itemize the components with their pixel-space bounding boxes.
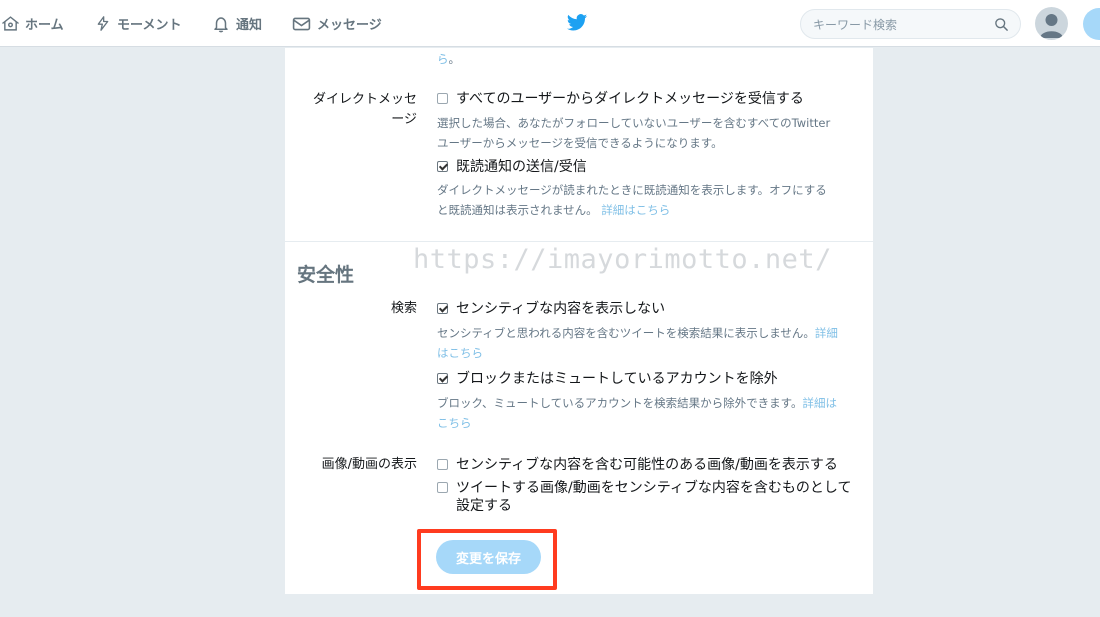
read-receipts-learn-more-link[interactable]: 詳細はこちら <box>601 203 670 217</box>
direct-messages-label-line1: ダイレクトメッセ <box>312 92 417 107</box>
highlight-annotation-box <box>417 529 557 590</box>
exclude-blocked-description: ブロック、ミュートしているアカウントを検索結果から除外できます。詳細は こちら <box>437 393 861 433</box>
show-sensitive-media-checkbox[interactable] <box>437 459 448 470</box>
read-receipts-description: ダイレクトメッセージが読まれたときに既読通知を表示します。オフにする と既読通知… <box>437 180 861 220</box>
hide-sensitive-description: センシティブと思われる内容を含むツイートを検索結果に表示しません。詳細 はこちら <box>437 323 861 363</box>
read-receipts-description-line1: ダイレクトメッセージが読まれたときに既読通知を表示します。オフにする <box>437 183 827 197</box>
nav-messages[interactable]: メッセージ <box>292 0 382 47</box>
bird-icon <box>566 14 588 31</box>
bell-icon <box>214 16 228 32</box>
direct-messages-label: ダイレクトメッセ ージ <box>295 90 417 130</box>
top-navigation-bar: ホーム モーメント 通知 メッセージ <box>0 0 1100 47</box>
nav-home-label: ホーム <box>25 18 64 33</box>
receive-all-dm-label: すべてのユーザーからダイレクトメッセージを受信する <box>456 91 804 107</box>
read-receipts-label: 既読通知の送信/受信 <box>456 159 587 175</box>
mark-media-sensitive-label-line1: ツイートする画像/動画をセンシティブな内容を含むものとして <box>456 480 852 496</box>
exclude-blocked-learn-more-link[interactable]: 詳細は <box>802 396 837 410</box>
read-receipts-option[interactable]: 既読通知の送信/受信 <box>437 158 587 176</box>
settings-panel: ら。 ダイレクトメッセ ージ すべてのユーザーからダイレクトメッセージを受信する… <box>285 48 873 594</box>
show-sensitive-media-label: センシティブな内容を含む可能性のある画像/動画を表示する <box>456 457 838 473</box>
nav-home[interactable]: ホーム <box>2 0 64 47</box>
receive-all-dm-description: 選択した場合、あなたがフォローしていないユーザーを含むすべてのTwitter ユ… <box>437 113 861 153</box>
exclude-blocked-learn-more-link-cont[interactable]: こちら <box>437 413 861 433</box>
envelope-icon <box>292 17 311 30</box>
exclude-blocked-description-line1-row: ブロック、ミュートしているアカウントを検索結果から除外できます。詳細は <box>437 393 861 413</box>
twitter-bird-logo[interactable] <box>566 13 588 37</box>
search-settings-label: 検索 <box>390 301 417 316</box>
exclude-blocked-checkbox[interactable] <box>437 373 448 384</box>
receive-all-dm-checkbox[interactable] <box>437 93 448 104</box>
lightning-icon <box>97 16 109 31</box>
receive-all-dm-description-line2: ユーザーからメッセージを受信できるようになります。 <box>437 136 723 150</box>
receive-all-dm-description-line1: 選択した場合、あなたがフォローしていないユーザーを含むすべてのTwitter <box>437 116 831 130</box>
search-icon[interactable] <box>994 17 1009 32</box>
mark-media-sensitive-label: ツイートする画像/動画をセンシティブな内容を含むものとして 設定する <box>456 479 851 515</box>
previous-link-tail[interactable]: ら <box>437 52 449 66</box>
hide-sensitive-option[interactable]: センシティブな内容を表示しない <box>437 300 665 318</box>
nav-notifications-label: 通知 <box>236 18 263 33</box>
exclude-blocked-description-line1: ブロック、ミュートしているアカウントを検索結果から除外できます。 <box>437 396 803 410</box>
previous-description-end: 。 <box>448 52 461 66</box>
search-input[interactable] <box>813 16 983 33</box>
default-avatar-icon <box>1040 14 1063 38</box>
hide-sensitive-label: センシティブな内容を表示しない <box>456 301 666 317</box>
exclude-blocked-option[interactable]: ブロックまたはミュートしているアカウントを除外 <box>437 370 778 388</box>
search-box <box>800 9 1021 39</box>
mark-media-sensitive-checkbox[interactable] <box>437 482 448 493</box>
read-receipts-description-line2-row: と既読通知は表示されません。 詳細はこちら <box>437 200 861 220</box>
hide-sensitive-description-line1: センシティブと思われる内容を含むツイートを検索結果に表示しません。 <box>437 326 815 340</box>
avatar[interactable] <box>1035 7 1068 40</box>
media-display-label: 画像/動画の表示 <box>321 457 417 472</box>
mark-media-sensitive-label-line2: 設定する <box>456 498 512 514</box>
hide-sensitive-checkbox[interactable] <box>437 303 448 314</box>
tweet-button[interactable] <box>1083 8 1100 40</box>
read-receipts-checkbox[interactable] <box>437 161 448 172</box>
section-divider <box>285 241 873 242</box>
safety-section-title: 安全性 <box>297 264 355 286</box>
previous-description-tail: ら。 <box>437 50 460 68</box>
watermark: https://imayorimotto.net/ <box>413 244 832 275</box>
mark-media-sensitive-option[interactable]: ツイートする画像/動画をセンシティブな内容を含むものとして 設定する <box>437 479 851 515</box>
home-icon <box>2 16 19 31</box>
direct-messages-label-line2: ージ <box>391 112 417 127</box>
nav-notifications[interactable]: 通知 <box>212 0 262 47</box>
nav-moments-label: モーメント <box>117 18 182 33</box>
nav-messages-label: メッセージ <box>317 18 382 33</box>
nav-moments[interactable]: モーメント <box>95 0 181 47</box>
show-sensitive-media-option[interactable]: センシティブな内容を含む可能性のある画像/動画を表示する <box>437 456 838 474</box>
hide-sensitive-learn-more-link-cont[interactable]: はこちら <box>437 343 861 363</box>
hide-sensitive-learn-more-link[interactable]: 詳細 <box>815 326 838 340</box>
exclude-blocked-label: ブロックまたはミュートしているアカウントを除外 <box>456 371 778 387</box>
read-receipts-description-line2: と既読通知は表示されません。 <box>437 203 598 217</box>
receive-all-dm-option[interactable]: すべてのユーザーからダイレクトメッセージを受信する <box>437 90 804 108</box>
hide-sensitive-description-line1-row: センシティブと思われる内容を含むツイートを検索結果に表示しません。詳細 <box>437 323 861 343</box>
